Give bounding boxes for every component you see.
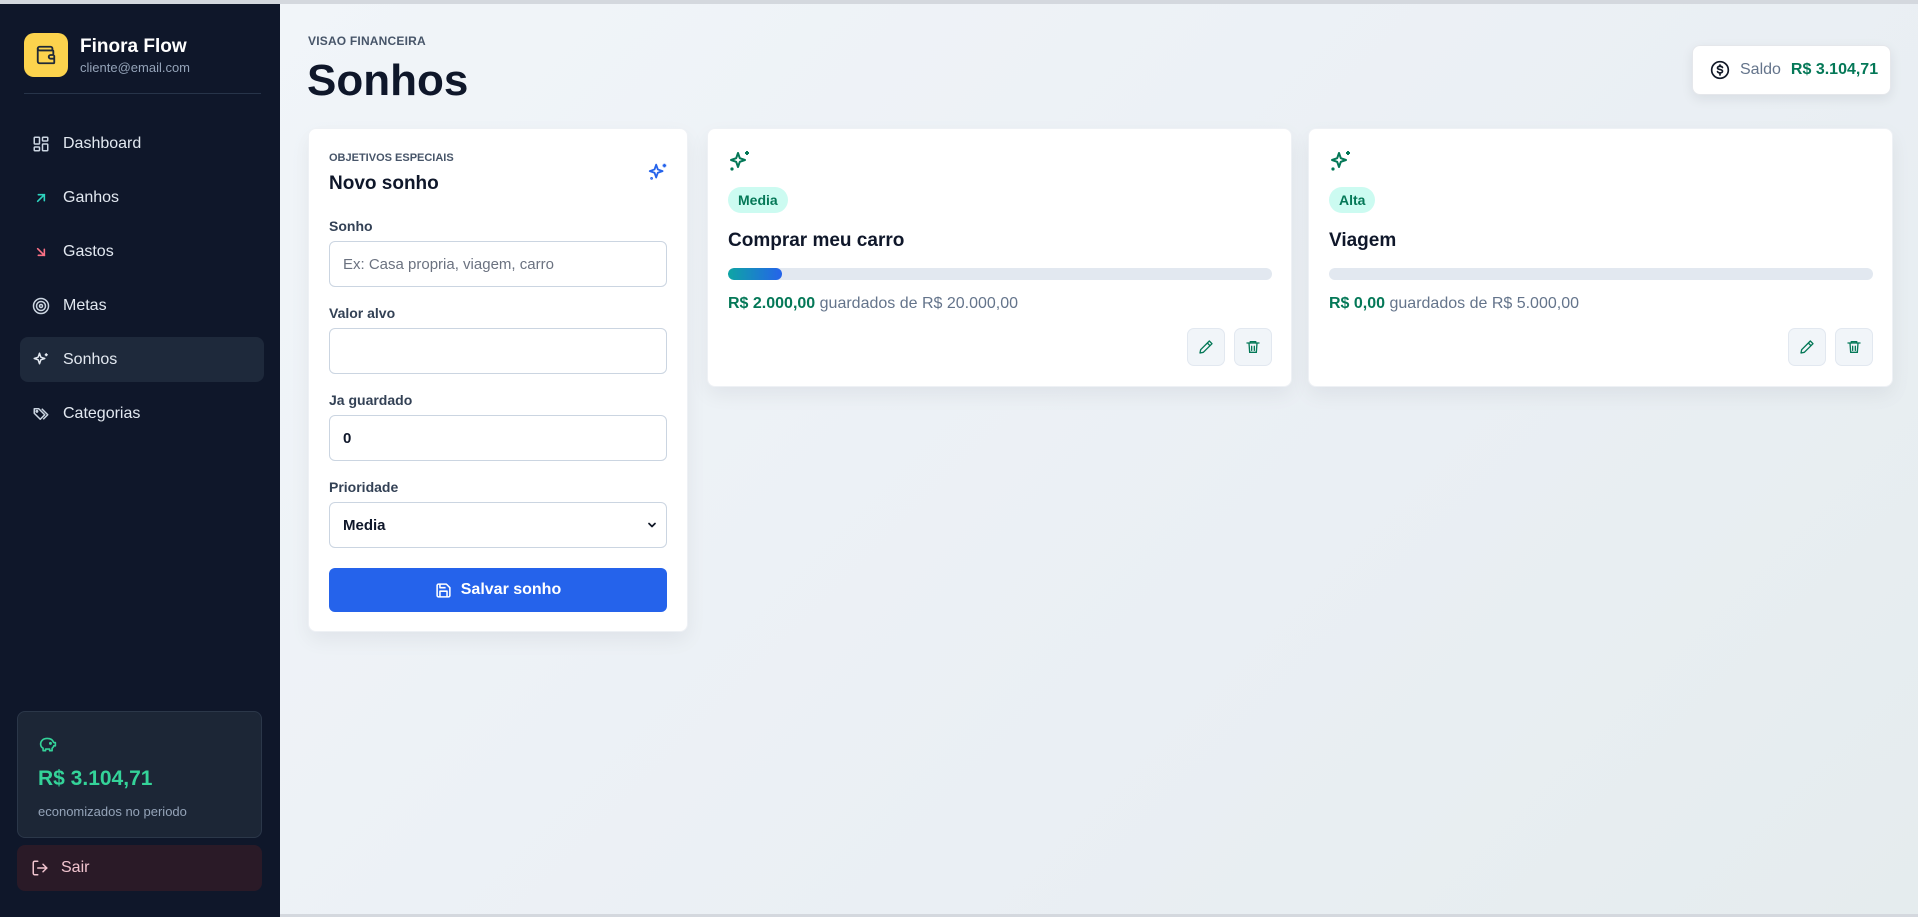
form-title: Novo sonho [329, 173, 439, 194]
sidebar-item-label: Dashboard [63, 134, 142, 152]
edit-button[interactable] [1788, 328, 1826, 366]
savings-amount: R$ 3.104,71 [38, 767, 153, 790]
trash-icon [1846, 339, 1862, 355]
page-title: Sonhos [307, 56, 469, 105]
saved-connector: guardados de [819, 295, 918, 312]
sidebar-item-label: Gastos [63, 242, 114, 260]
savings-card: R$ 3.104,71 economizados no periodo [17, 711, 262, 838]
target-amount: R$ 20.000,00 [921, 295, 1019, 312]
logout-icon [31, 859, 49, 877]
progress-fill [728, 268, 783, 280]
target-icon [32, 297, 50, 315]
dream-name-label: Sonho [329, 218, 373, 234]
user-email: cliente@email.com [80, 59, 191, 75]
sidebar-item-ganhos[interactable]: Ganhos [20, 175, 264, 220]
save-dream-label: Salvar sonho [460, 581, 562, 598]
delete-button[interactable] [1835, 328, 1873, 366]
chevron-down-icon [646, 519, 658, 531]
dashboard-icon [32, 135, 50, 153]
priority-select[interactable]: Media [329, 502, 667, 548]
trash-icon [1245, 339, 1261, 355]
app-name: Finora Flow [80, 35, 187, 57]
sparkles-icon [647, 161, 669, 188]
save-dream-button[interactable]: Salvar sonho [329, 568, 667, 612]
saved-value-label: Ja guardado [329, 392, 413, 408]
arrow-down-right-icon [32, 243, 50, 261]
sidebar-item-categorias[interactable]: Categorias [20, 391, 264, 436]
priority-selected-value: Media [343, 516, 386, 534]
dream-title: Viagem [1329, 230, 1397, 251]
wallet-icon [24, 33, 68, 77]
sidebar-item-label: Categorias [63, 404, 141, 422]
brand: Finora Flow cliente@email.com [24, 33, 190, 77]
sidebar-divider [24, 93, 261, 94]
balance-label: Saldo [1740, 61, 1781, 78]
tags-icon [32, 405, 50, 423]
logout-label: Sair [61, 859, 90, 876]
arrow-up-right-icon [32, 189, 50, 207]
priority-badge: Alta [1329, 187, 1376, 213]
sidebar-item-metas[interactable]: Metas [20, 283, 264, 328]
target-value-label: Valor alvo [329, 305, 396, 321]
dream-card: Media Comprar meu carro R$ 2.000,00 guar… [707, 128, 1292, 387]
saved-amount: R$ 2.000,00 [728, 295, 816, 312]
sparkles-icon [728, 149, 752, 178]
piggy-bank-icon [38, 736, 58, 759]
saved-connector: guardados de [1389, 295, 1488, 312]
pencil-icon [1198, 339, 1214, 355]
new-dream-form: OBJETIVOS ESPECIAIS Novo sonho Sonho Val… [308, 128, 688, 632]
dream-name-input[interactable] [329, 241, 667, 287]
target-amount: R$ 5.000,00 [1491, 295, 1579, 312]
savings-label: economizados no periodo [38, 804, 187, 819]
sidebar-nav: Dashboard Ganhos Gastos Metas Sonhos Cat… [20, 121, 264, 445]
priority-badge: Media [728, 187, 788, 213]
sidebar-item-dashboard[interactable]: Dashboard [20, 121, 264, 166]
priority-label: Prioridade [329, 479, 399, 495]
sidebar-item-label: Sonhos [63, 350, 118, 368]
dollar-circle-icon [1710, 60, 1730, 80]
form-eyebrow: OBJETIVOS ESPECIAIS [329, 152, 454, 164]
saved-amount: R$ 0,00 [1329, 295, 1386, 312]
page-eyebrow: VISAO FINANCEIRA [308, 34, 426, 48]
sidebar-item-sonhos[interactable]: Sonhos [20, 337, 264, 382]
sidebar-item-label: Ganhos [63, 188, 120, 206]
sparkles-icon [1329, 149, 1353, 178]
target-value-input[interactable] [329, 328, 667, 374]
delete-button[interactable] [1234, 328, 1272, 366]
saved-value-input[interactable] [329, 415, 667, 461]
sidebar: Finora Flow cliente@email.com Dashboard … [0, 4, 280, 917]
progress-bar [1329, 268, 1873, 280]
sidebar-item-label: Metas [63, 296, 107, 314]
amount-line: R$ 0,00 guardados de R$ 5.000,00 [1329, 295, 1579, 313]
logout-button[interactable]: Sair [17, 845, 262, 891]
edit-button[interactable] [1187, 328, 1225, 366]
sidebar-item-gastos[interactable]: Gastos [20, 229, 264, 274]
save-icon [435, 582, 452, 599]
pencil-icon [1799, 339, 1815, 355]
balance-value: R$ 3.104,71 [1790, 61, 1879, 78]
dream-title: Comprar meu carro [728, 230, 905, 251]
sparkles-icon [32, 351, 50, 369]
amount-line: R$ 2.000,00 guardados de R$ 20.000,00 [728, 295, 1018, 313]
dream-card: Alta Viagem R$ 0,00 guardados de R$ 5.00… [1308, 128, 1893, 387]
balance-pill: Saldo R$ 3.104,71 [1692, 45, 1891, 95]
progress-bar [728, 268, 1272, 280]
